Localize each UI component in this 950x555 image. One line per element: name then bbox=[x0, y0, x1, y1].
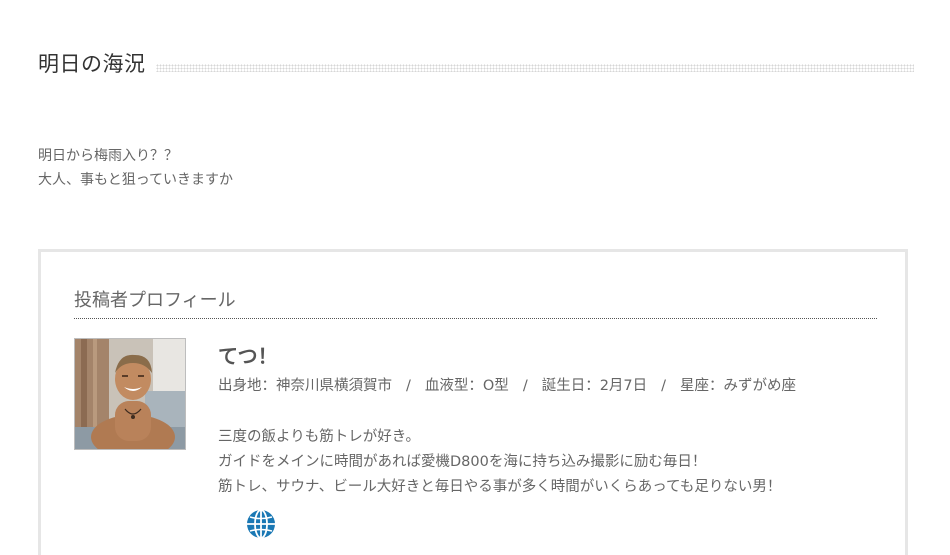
meta-separator: / bbox=[522, 378, 528, 394]
meta-separator: / bbox=[406, 378, 411, 394]
post-title-row: 明日の海況 bbox=[38, 46, 914, 80]
author-description-line: 三度の飯よりも筋トレが好き。 bbox=[218, 429, 420, 445]
globe-icon bbox=[247, 509, 275, 539]
post-body: 明日から梅雨入り？？ 大人、事もと狙っていきますか bbox=[38, 144, 233, 192]
author-zodiac: 星座：みずがめ座 bbox=[680, 378, 797, 394]
author-profile-box: 投稿者プロフィール てつ！ 出身地：神奈川県横須賀市 / 血液型：O型 / 誕生… bbox=[38, 249, 908, 555]
author-avatar bbox=[74, 338, 186, 450]
author-description-line: ガイドをメインに時間があれば愛機D800を海に持ち込み撮影に励む毎日！ bbox=[218, 454, 707, 470]
meta-separator: / bbox=[661, 378, 667, 394]
page: 明日の海況 明日から梅雨入り？？ 大人、事もと狙っていきますか 投稿者プロフィー… bbox=[0, 0, 950, 555]
author-description-line: 筋トレ、サウナ、ビール大好きと毎日やる事が多く時間がいくらあっても足りない男！ bbox=[218, 479, 782, 495]
post-body-line: 大人、事もと狙っていきますか bbox=[38, 172, 234, 188]
author-birthday: 誕生日：2月7日 bbox=[541, 378, 648, 394]
author-description: 三度の飯よりも筋トレが好き。 ガイドをメインに時間があれば愛機D800を海に持ち… bbox=[218, 425, 781, 500]
post-title: 明日の海況 bbox=[38, 52, 146, 76]
author-meta: 出身地：神奈川県横須賀市 / 血液型：O型 / 誕生日：2月7日 / 星座：みずがめ座 bbox=[218, 374, 796, 395]
author-avatar-image bbox=[75, 339, 185, 449]
author-blood-type: 血液型：O型 bbox=[424, 378, 509, 394]
title-divider bbox=[155, 64, 914, 72]
author-birthplace: 出身地：神奈川県横須賀市 bbox=[218, 378, 392, 394]
author-name: てつ！ bbox=[218, 344, 278, 368]
author-website-link[interactable] bbox=[246, 509, 276, 539]
post-body-line: 明日から梅雨入り？？ bbox=[38, 148, 178, 164]
author-profile-heading: 投稿者プロフィール bbox=[74, 286, 877, 319]
